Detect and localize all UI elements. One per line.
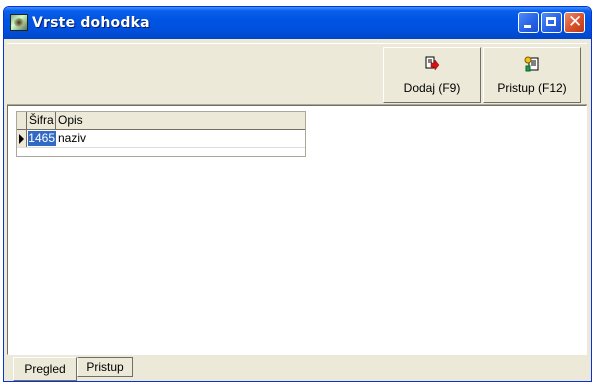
content-panel: Šifra Opis 1465 naziv: [7, 105, 587, 355]
maximize-button[interactable]: [541, 12, 562, 33]
row-pointer-icon: [17, 130, 27, 147]
close-icon: ✕: [568, 12, 583, 32]
row-indicator-header: [17, 112, 27, 129]
main-window: Vrste dohodka ✕ Dodaj (F9) Pristup (F12)…: [3, 6, 592, 382]
window-title: Vrste dohodka: [32, 15, 150, 31]
minimize-button[interactable]: [518, 12, 539, 33]
close-button[interactable]: ✕: [564, 12, 585, 33]
tab-pregled[interactable]: Pregled: [13, 357, 77, 381]
table-row[interactable]: 1465 naziv: [17, 130, 305, 148]
add-button[interactable]: Dodaj (F9): [383, 47, 481, 103]
add-document-arrow-icon: [425, 56, 440, 71]
cell-opis[interactable]: naziv: [58, 130, 86, 147]
column-header-sifra[interactable]: Šifra: [27, 112, 56, 129]
tab-bar: Pregled Pristup: [7, 357, 587, 381]
access-button-label: Pristup (F12): [497, 81, 567, 95]
app-icon[interactable]: [10, 14, 28, 31]
column-header-opis[interactable]: Opis: [56, 112, 305, 129]
data-grid[interactable]: Šifra Opis 1465 naziv: [16, 111, 306, 157]
access-button[interactable]: Pristup (F12): [483, 47, 581, 103]
tab-pristup[interactable]: Pristup: [77, 357, 133, 377]
cell-sifra[interactable]: 1465: [28, 131, 56, 146]
access-document-icon: [524, 56, 539, 72]
add-button-label: Dodaj (F9): [403, 81, 461, 95]
toolbar: Dodaj (F9) Pristup (F12): [7, 43, 587, 105]
title-bar[interactable]: Vrste dohodka ✕: [4, 7, 591, 39]
grid-header: Šifra Opis: [17, 112, 305, 130]
